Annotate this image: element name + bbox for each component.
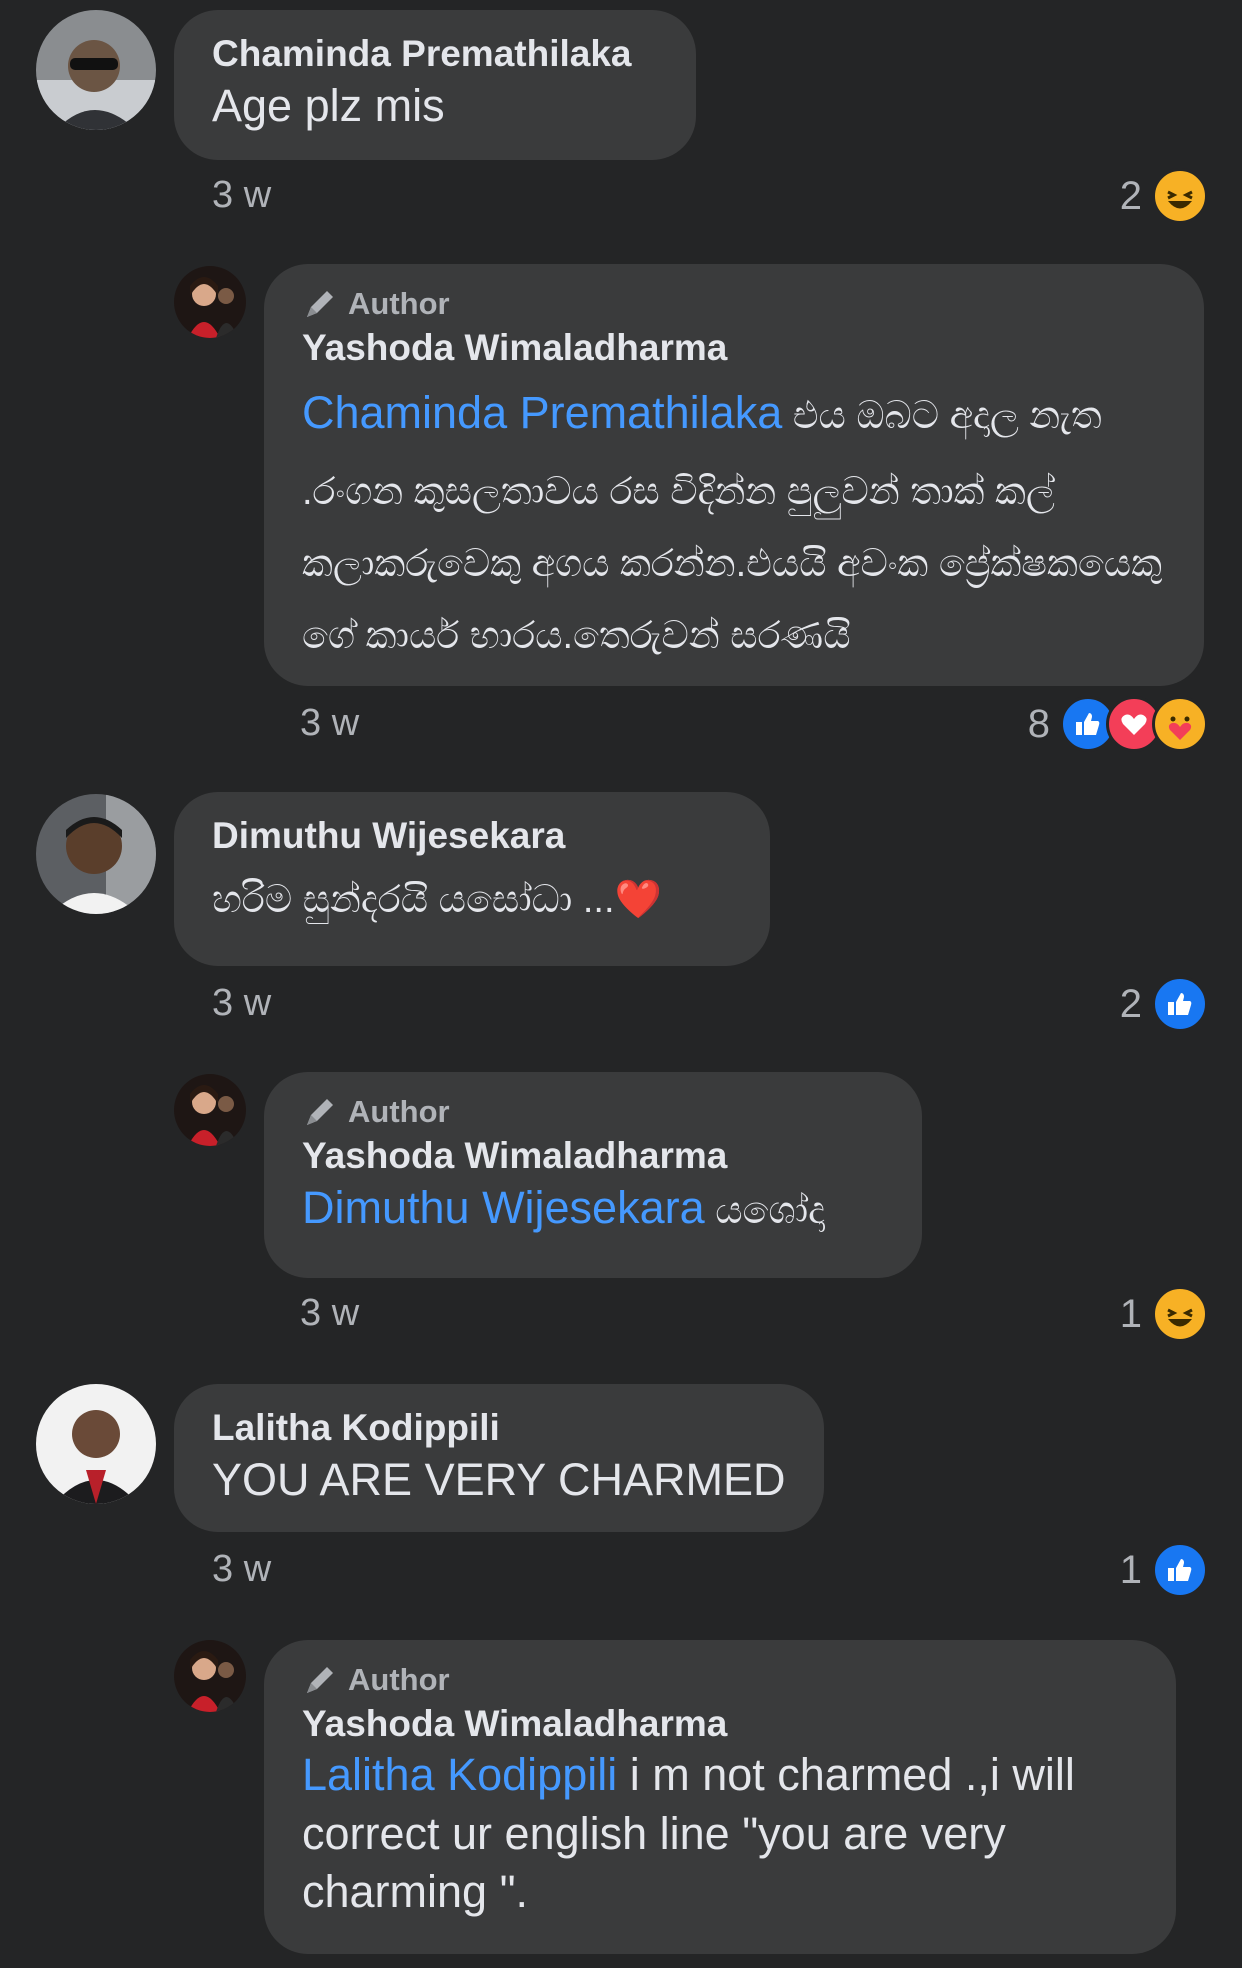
comment-time[interactable]: 3 w — [300, 1292, 359, 1335]
comment-time[interactable]: 3 w — [212, 174, 271, 217]
mention-link[interactable]: Chaminda Premathilaka — [302, 387, 782, 438]
haha-icon — [1152, 168, 1208, 224]
reply-bubble: Author Yashoda Wimaladharma Dimuthu Wije… — [264, 1072, 922, 1278]
reply-body: යශෝදා — [704, 1190, 825, 1233]
comment-text: Age plz mis — [212, 80, 445, 132]
haha-icon — [1152, 1286, 1208, 1342]
comment-time[interactable]: 3 w — [212, 1548, 271, 1591]
comment-bubble: Lalitha Kodippili YOU ARE VERY CHARMED — [174, 1384, 824, 1532]
mention-link[interactable]: Lalitha Kodippili — [302, 1749, 617, 1800]
avatar[interactable] — [36, 1384, 156, 1504]
author-badge-label: Author — [348, 1094, 450, 1129]
comment-time[interactable]: 3 w — [212, 982, 271, 1025]
reaction-summary[interactable]: 2 — [1120, 168, 1208, 224]
comment-text: Dimuthu Wijesekara යශෝදා — [302, 1178, 884, 1237]
reaction-count: 1 — [1119, 1291, 1142, 1336]
avatar[interactable] — [174, 1640, 246, 1712]
reaction-count: 2 — [1119, 173, 1142, 218]
comment-bubble: Dimuthu Wijesekara හරිම සුන්දරයි යසෝධා .… — [174, 792, 770, 966]
comment-thread: Chaminda Premathilaka Age plz mis 3 w 2 … — [0, 0, 1242, 1968]
comment-bubble: Chaminda Premathilaka Age plz mis — [174, 10, 696, 160]
like-icon — [1152, 976, 1208, 1032]
comment-author[interactable]: Chaminda Premathilaka — [212, 32, 658, 76]
comment-text: Lalitha Kodippili i m not charmed .,i wi… — [302, 1746, 1138, 1922]
author-badge: Author — [302, 1094, 884, 1130]
pen-icon — [307, 1667, 333, 1693]
reaction-count: 8 — [1027, 701, 1050, 746]
comment-author[interactable]: Yashoda Wimaladharma — [302, 326, 1166, 370]
comment-text: YOU ARE VERY CHARMED — [212, 1454, 786, 1506]
reaction-summary[interactable]: 1 — [1120, 1542, 1208, 1598]
reply-bubble: Author Yashoda Wimaladharma Lalitha Kodi… — [264, 1640, 1176, 1954]
reaction-count: 1 — [1119, 1547, 1142, 1592]
reply-bubble: Author Yashoda Wimaladharma Chaminda Pre… — [264, 264, 1204, 686]
comment-text: හරිම සුන්දරයි යසෝධා ...❤️ — [212, 879, 662, 922]
reaction-summary[interactable]: 8 — [1028, 696, 1208, 752]
comment-author[interactable]: Dimuthu Wijesekara — [212, 814, 732, 858]
avatar[interactable] — [174, 266, 246, 338]
comment-text: Chaminda Premathilaka එය ඔබට අදාල නැත .ර… — [302, 370, 1166, 672]
reaction-summary[interactable]: 1 — [1120, 1286, 1208, 1342]
avatar[interactable] — [36, 794, 156, 914]
avatar[interactable] — [174, 1074, 246, 1146]
like-icon — [1152, 1542, 1208, 1598]
pen-icon — [307, 291, 333, 317]
comment-author[interactable]: Lalitha Kodippili — [212, 1406, 786, 1450]
comment-time[interactable]: 3 w — [300, 702, 359, 745]
reaction-summary[interactable]: 2 — [1120, 976, 1208, 1032]
author-badge-label: Author — [348, 1662, 450, 1697]
avatar[interactable] — [36, 10, 156, 130]
mention-link[interactable]: Dimuthu Wijesekara — [302, 1182, 705, 1233]
pen-icon — [307, 1099, 333, 1125]
reaction-count: 2 — [1119, 981, 1142, 1026]
comment-author[interactable]: Yashoda Wimaladharma — [302, 1702, 1138, 1746]
author-badge: Author — [302, 1662, 1138, 1698]
author-badge: Author — [302, 286, 1166, 322]
author-badge-label: Author — [348, 286, 450, 321]
care-icon — [1152, 696, 1208, 752]
comment-author[interactable]: Yashoda Wimaladharma — [302, 1134, 884, 1178]
